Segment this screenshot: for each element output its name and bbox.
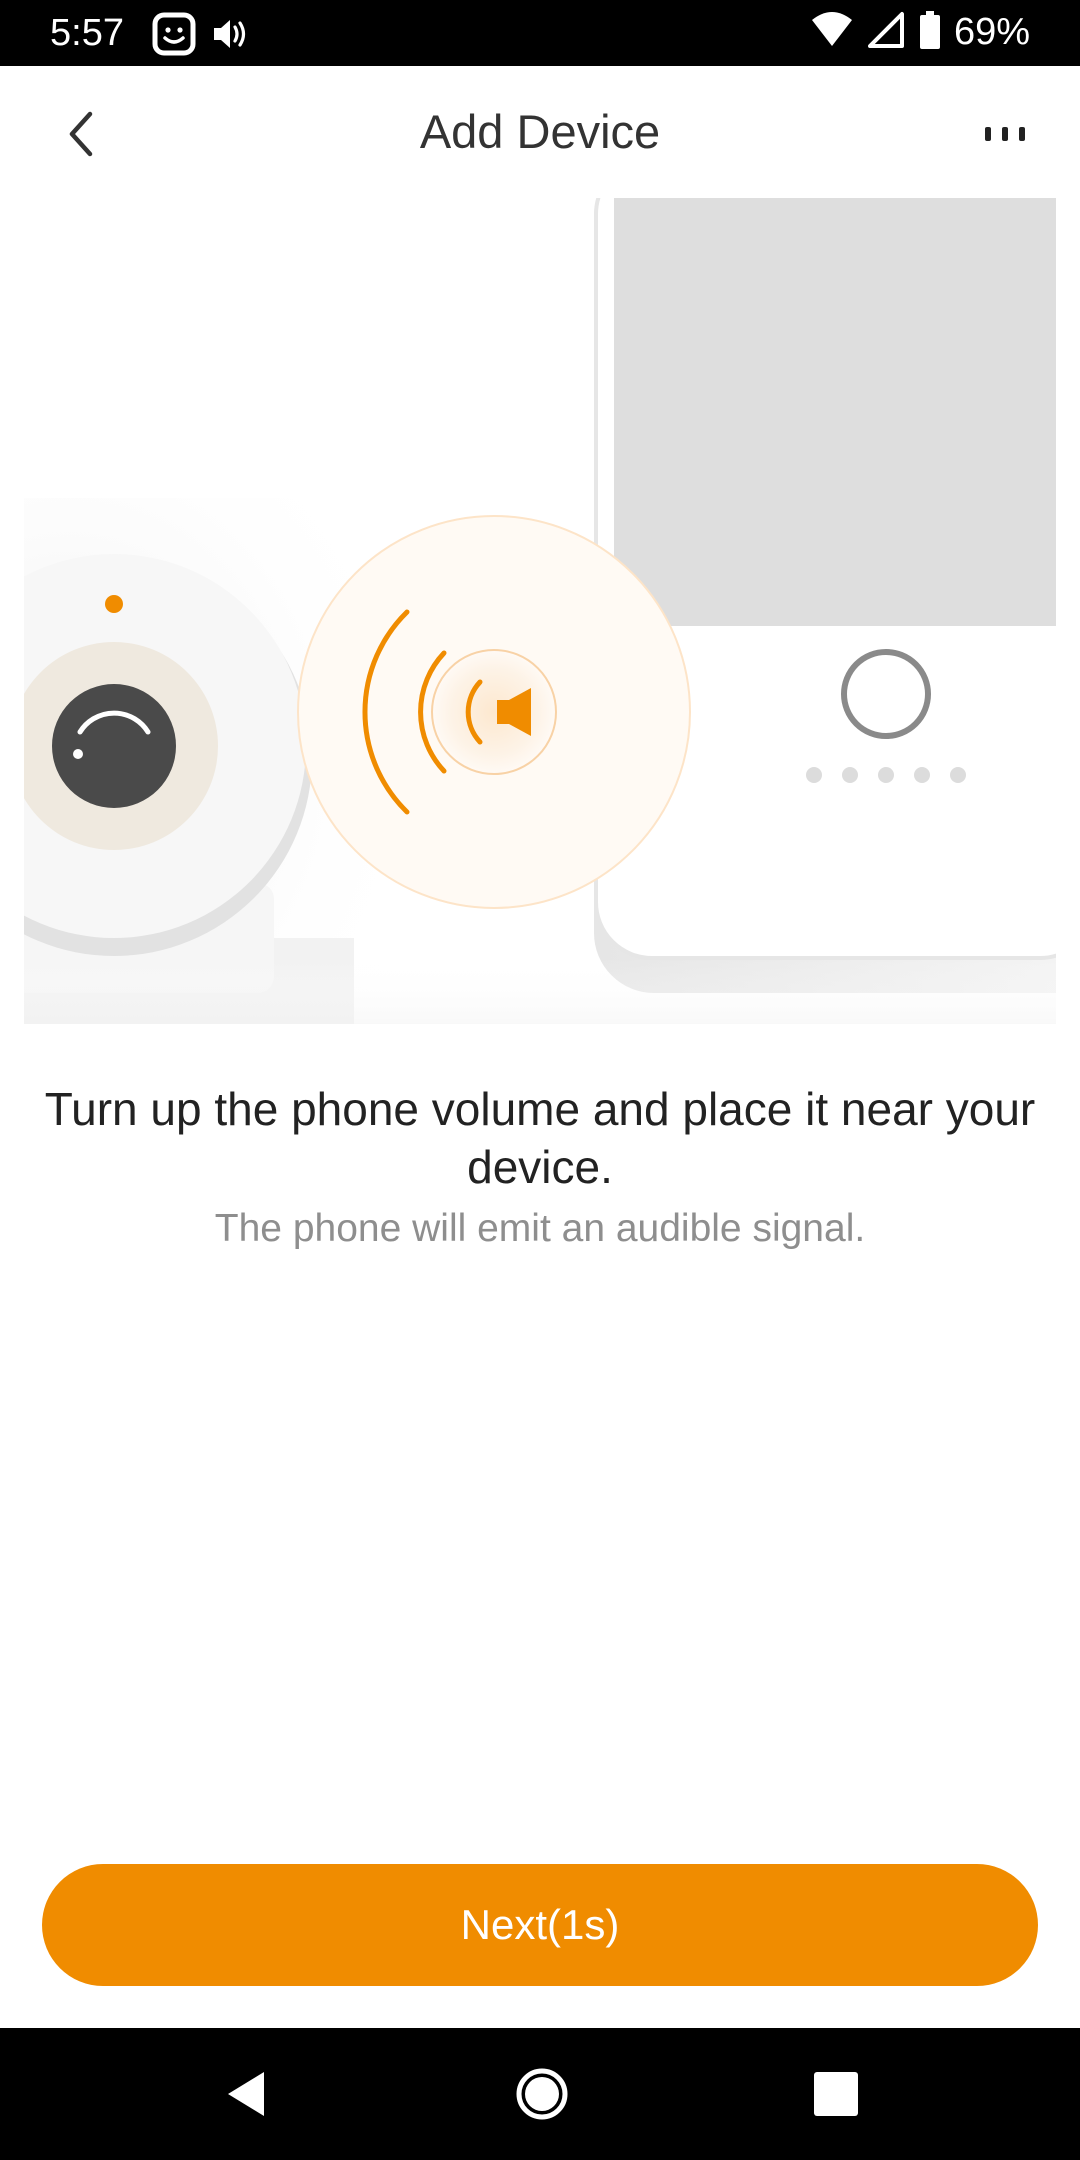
instruction-block: Turn up the phone volume and place it ne… — [40, 1080, 1040, 1254]
instruction-title: Turn up the phone volume and place it ne… — [44, 1083, 1036, 1193]
face-notification-icon — [152, 12, 196, 61]
signal-icon — [866, 10, 906, 55]
illustration-svg — [24, 198, 1056, 1024]
status-left-icons — [152, 12, 252, 61]
next-button[interactable]: Next(1s) — [42, 1864, 1038, 1986]
status-bar: 5:57 69% — [0, 0, 1080, 66]
system-nav-bar — [0, 2028, 1080, 2160]
battery-icon — [918, 10, 942, 55]
page-title: Add Device — [419, 105, 661, 158]
battery-percent: 69% — [953, 11, 1030, 53]
smartphone — [594, 198, 1056, 993]
nav-back-button[interactable] — [218, 2064, 278, 2124]
volume-icon — [210, 14, 252, 59]
nav-recents-button[interactable] — [810, 2068, 862, 2120]
sound-signal — [297, 515, 691, 909]
app-bar: Add Device — [0, 66, 1080, 200]
nav-recents-icon — [814, 2072, 858, 2116]
nav-back-icon — [228, 2072, 264, 2116]
instruction-subtitle: The phone will emit an audible signal. — [214, 1207, 866, 1250]
pairing-illustration — [24, 198, 1056, 1024]
nav-home-icon — [516, 2068, 568, 2120]
wifi-icon — [810, 10, 854, 55]
nav-home-button[interactable] — [512, 2064, 572, 2124]
more-dots-icon — [985, 127, 1025, 141]
status-time: 5:57 — [50, 12, 124, 54]
status-right-icons: 69% — [810, 8, 1030, 56]
more-options-button[interactable] — [968, 104, 1042, 164]
